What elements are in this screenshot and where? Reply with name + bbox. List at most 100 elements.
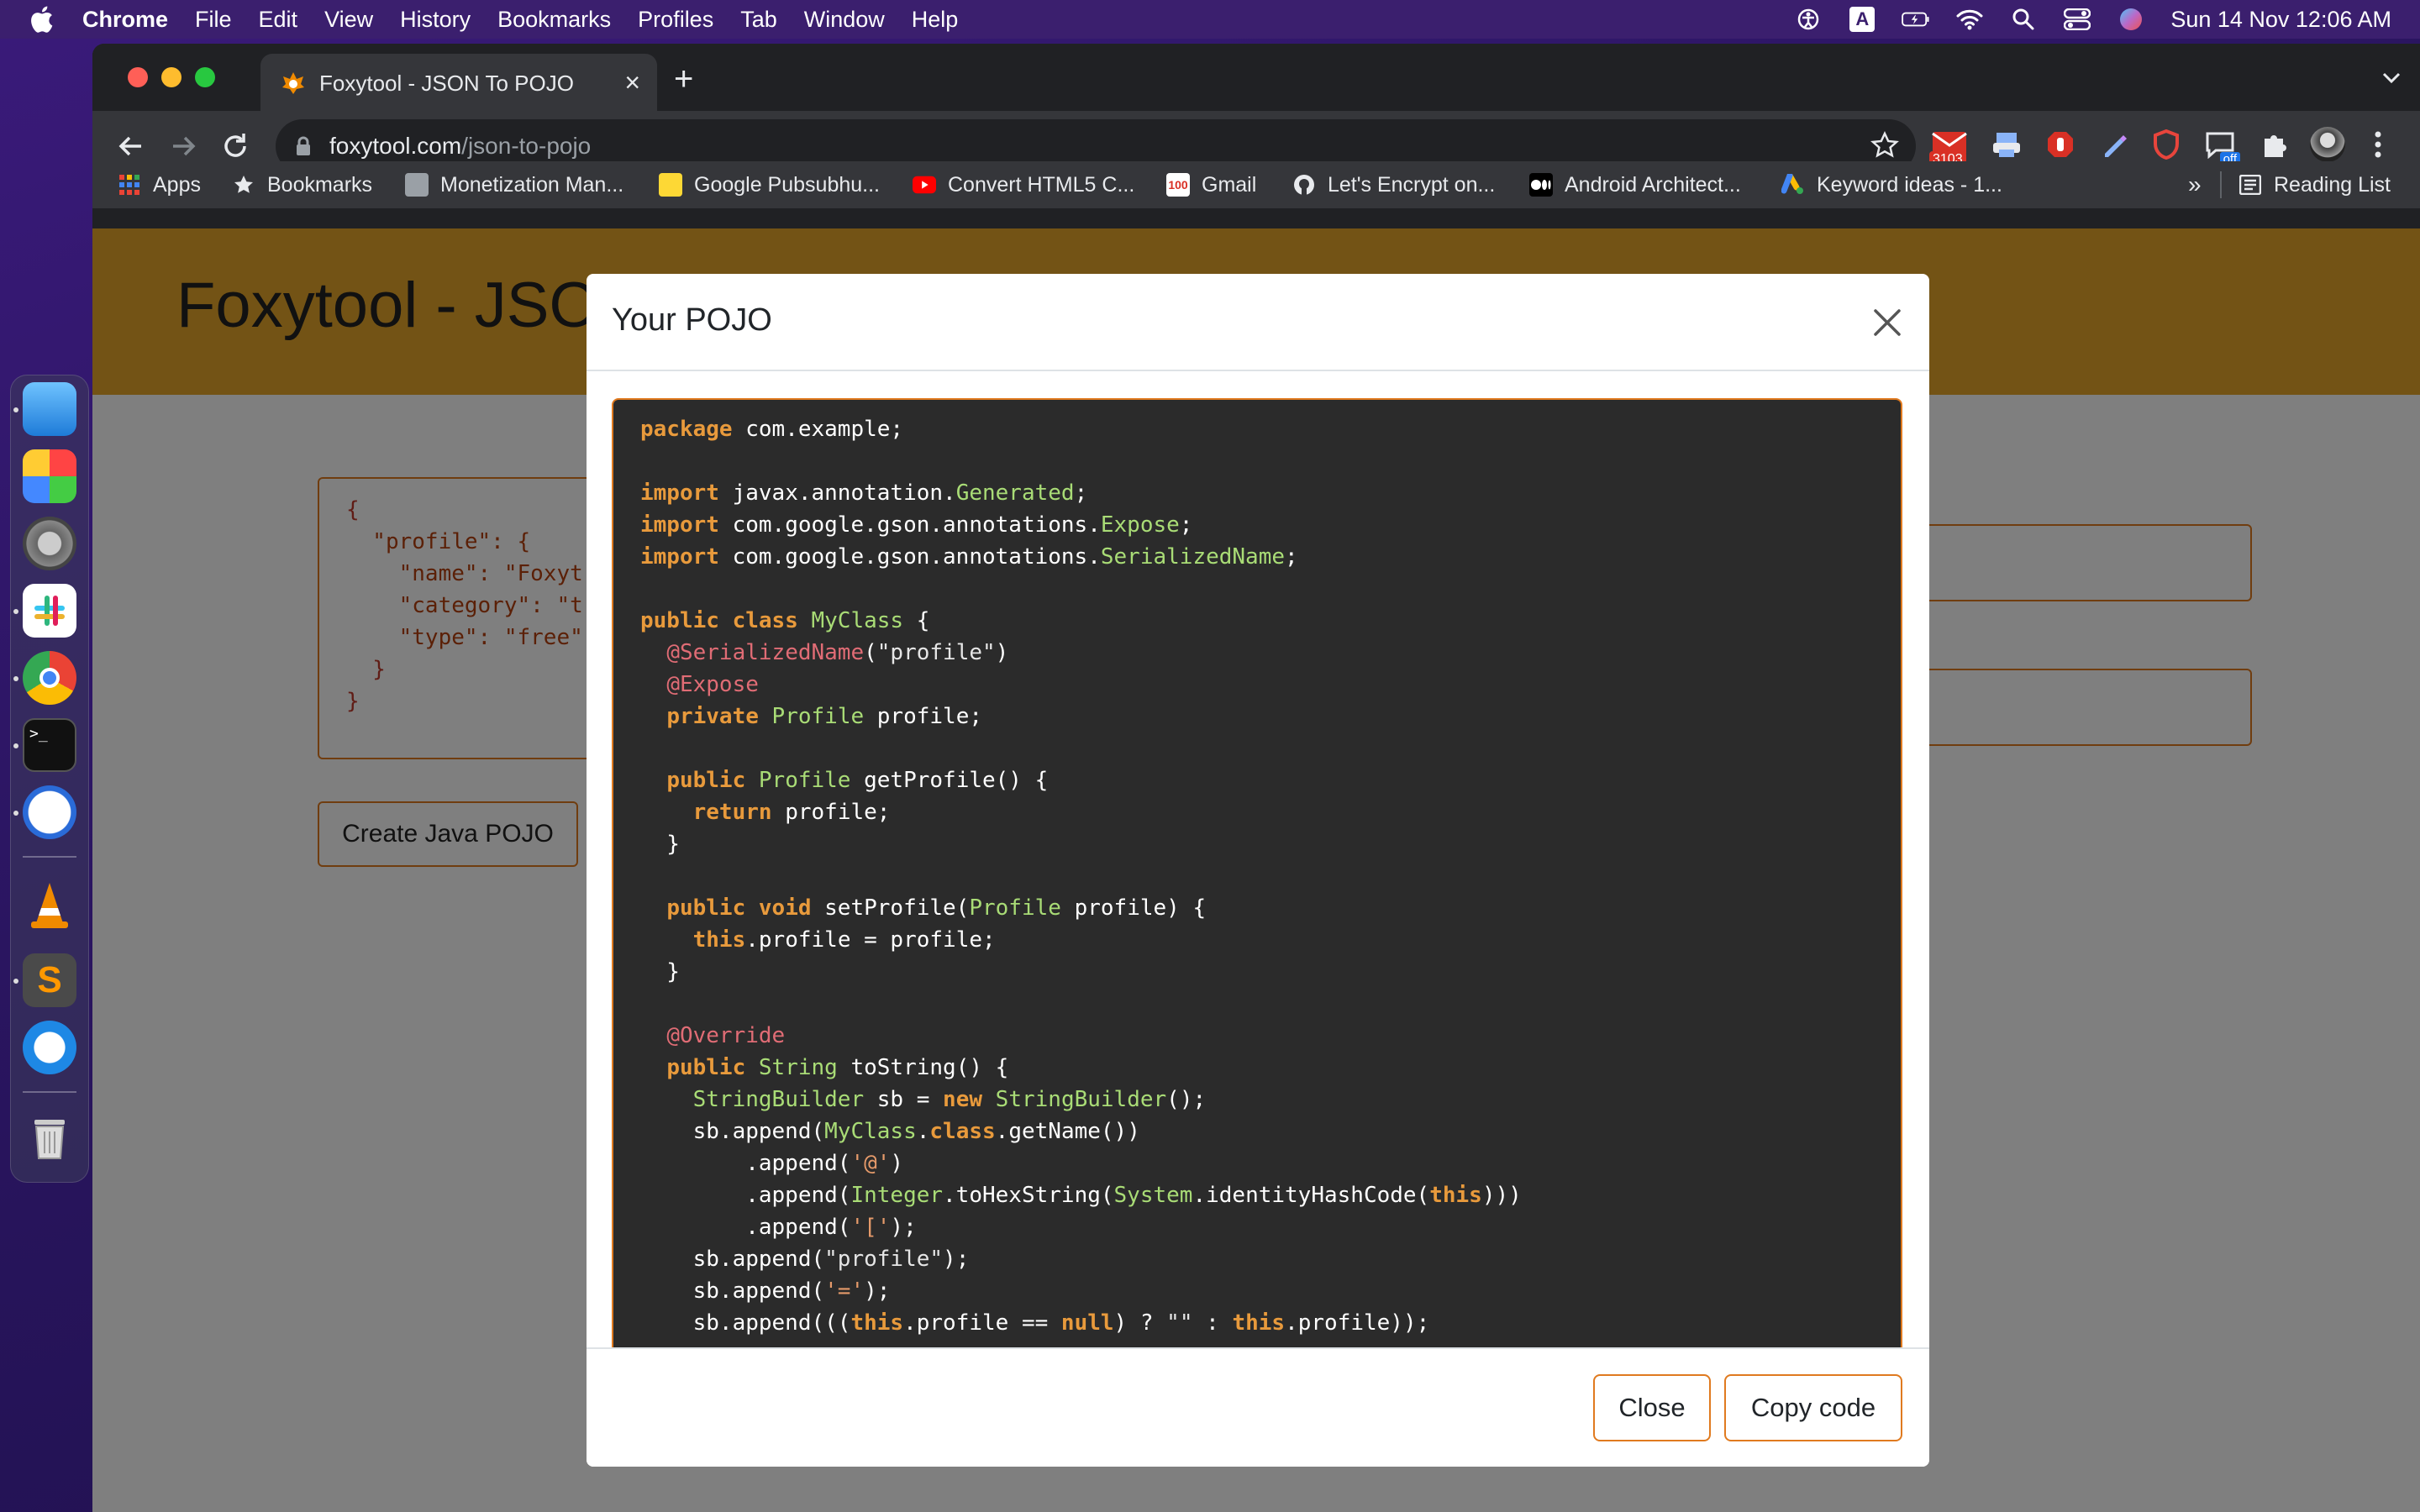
code-token: } (640, 832, 680, 857)
wifi-icon[interactable] (1955, 7, 1984, 32)
battery-icon[interactable] (1902, 7, 1930, 32)
finder-icon[interactable] (23, 382, 76, 436)
vlc-icon[interactable] (23, 878, 76, 932)
window-close-button[interactable] (128, 67, 148, 87)
profile-avatar-icon[interactable] (2307, 124, 2348, 165)
system-preferences-icon[interactable] (23, 517, 76, 570)
copy-code-button[interactable]: Copy code (1724, 1374, 1902, 1441)
extension-shield-icon[interactable] (2146, 124, 2186, 165)
code-token: "" (1166, 1310, 1193, 1336)
launchpad-icon[interactable] (23, 449, 76, 503)
control-center-icon[interactable] (2063, 7, 2091, 32)
input-source-icon[interactable]: A (1848, 7, 1876, 32)
extension-printer-icon[interactable] (1986, 124, 2027, 165)
menu-profiles[interactable]: Profiles (638, 7, 713, 33)
bookmarks-overflow-chevron[interactable]: » (2188, 168, 2202, 202)
code-token: : (1192, 1310, 1233, 1336)
code-token: '=' (824, 1278, 865, 1304)
url-text: foxytool.com/json-to-pojo (329, 133, 591, 160)
tab-close-icon[interactable]: × (624, 67, 640, 98)
bookmark-label: Apps (153, 172, 201, 197)
extension-chat-off-icon[interactable]: off (2200, 124, 2240, 166)
tab-search-chevron-icon[interactable] (2381, 69, 2402, 86)
code-block[interactable]: package com.example; import javax.annota… (612, 398, 1902, 1349)
code-token: .append( (640, 1183, 851, 1208)
bookmark-label: Monetization Man... (440, 172, 624, 197)
menubar-clock[interactable]: Sun 14 Nov 12:06 AM (2170, 7, 2391, 33)
close-button[interactable]: Close (1593, 1374, 1711, 1441)
code-token: . (916, 1119, 930, 1144)
bookmark-star-icon[interactable] (1870, 131, 1899, 160)
code-token: ; (1285, 544, 1298, 570)
extensions-puzzle-icon[interactable] (2254, 124, 2294, 165)
code-line: this.profile = profile; (640, 924, 1522, 956)
menu-window[interactable]: Window (804, 7, 885, 33)
menu-bookmarks[interactable]: Bookmarks (497, 7, 611, 33)
window-zoom-button[interactable] (195, 67, 215, 87)
code-token: MyClass (824, 1119, 917, 1144)
bookmark-monetization[interactable]: Monetization Man... (405, 168, 623, 202)
bookmark-lets-encrypt[interactable]: Let's Encrypt on... (1292, 168, 1495, 202)
code-token: profile; (864, 704, 983, 729)
menu-history[interactable]: History (400, 7, 471, 33)
window-minimize-button[interactable] (161, 67, 182, 87)
extension-colorpick-pen-icon[interactable] (2094, 124, 2134, 165)
menu-tab[interactable]: Tab (740, 7, 777, 33)
close-icon[interactable] (1870, 306, 1904, 339)
menu-help[interactable]: Help (912, 7, 959, 33)
code-token: '@' (850, 1151, 891, 1176)
reading-list-icon (2238, 173, 2262, 197)
url-domain: foxytool.com (329, 133, 462, 159)
menu-app-name[interactable]: Chrome (82, 7, 168, 33)
bookmark-keyword-ideas[interactable]: Keyword ideas - 1... (1781, 168, 2002, 202)
code-token: '[' (850, 1215, 891, 1240)
bookmark-label: Let's Encrypt on... (1328, 172, 1496, 197)
reload-icon[interactable] (218, 129, 252, 163)
dock-running-indicator (13, 407, 18, 412)
dock-running-indicator (13, 609, 18, 614)
siri-icon[interactable] (2117, 7, 2145, 32)
code-token: import (640, 544, 719, 570)
code-line: } (640, 828, 1522, 860)
bookmark-bookmarks[interactable]: Bookmarks (232, 168, 372, 202)
chrome-menu-kebab-icon[interactable] (2358, 124, 2398, 165)
bookmark-android-architecture[interactable]: Android Architect... (1529, 168, 1741, 202)
bookmark-gmail[interactable]: 100 Gmail (1166, 168, 1256, 202)
lock-icon[interactable] (296, 136, 311, 156)
code-line: @SerializedName("profile") (640, 637, 1522, 669)
extension-adblock-hand-icon[interactable] (2040, 124, 2081, 165)
browser-tab[interactable]: Foxytool - JSON To POJO × (260, 54, 657, 111)
bookmark-convert-html5[interactable]: Convert HTML5 C... (913, 168, 1134, 202)
code-line: StringBuilder sb = new StringBuilder(); (640, 1084, 1522, 1116)
bookmark-google-pubsubhub[interactable]: Google Pubsubhu... (659, 168, 880, 202)
slack-icon[interactable] (23, 584, 76, 638)
terminal-icon[interactable]: >_ (23, 718, 76, 772)
gmail-checker-extension-icon[interactable]: 3103 (1929, 124, 1970, 168)
android-studio-icon[interactable] (23, 785, 76, 839)
dock-running-indicator (13, 743, 18, 748)
apple-menu-icon[interactable] (29, 5, 54, 34)
code-line: sb.append("profile"); (640, 1243, 1522, 1275)
reading-list-button[interactable]: Reading List (2238, 168, 2391, 202)
menu-edit[interactable]: Edit (259, 7, 298, 33)
accessibility-icon[interactable] (1794, 7, 1823, 32)
bookmark-apps[interactable]: Apps (118, 168, 201, 202)
forward-arrow-icon[interactable] (166, 129, 200, 163)
code-token: return (692, 800, 772, 825)
code-token: (); (1166, 1087, 1207, 1112)
url-path: /json-to-pojo (461, 133, 592, 159)
github-icon (1292, 173, 1316, 197)
code-line: sb.append(((this.profile == null) ? "" :… (640, 1307, 1522, 1339)
safari-icon[interactable] (23, 1021, 76, 1074)
code-token: .profile == (903, 1310, 1061, 1336)
new-tab-button[interactable]: + (674, 62, 693, 96)
back-arrow-icon[interactable] (114, 129, 148, 163)
code-line: } (640, 956, 1522, 988)
spotlight-search-icon[interactable] (2009, 7, 2038, 32)
trash-icon[interactable] (23, 1110, 76, 1163)
menu-file[interactable]: File (195, 7, 232, 33)
chrome-icon[interactable] (23, 651, 76, 705)
sublime-text-icon[interactable]: S (23, 953, 76, 1007)
menu-view[interactable]: View (324, 7, 373, 33)
